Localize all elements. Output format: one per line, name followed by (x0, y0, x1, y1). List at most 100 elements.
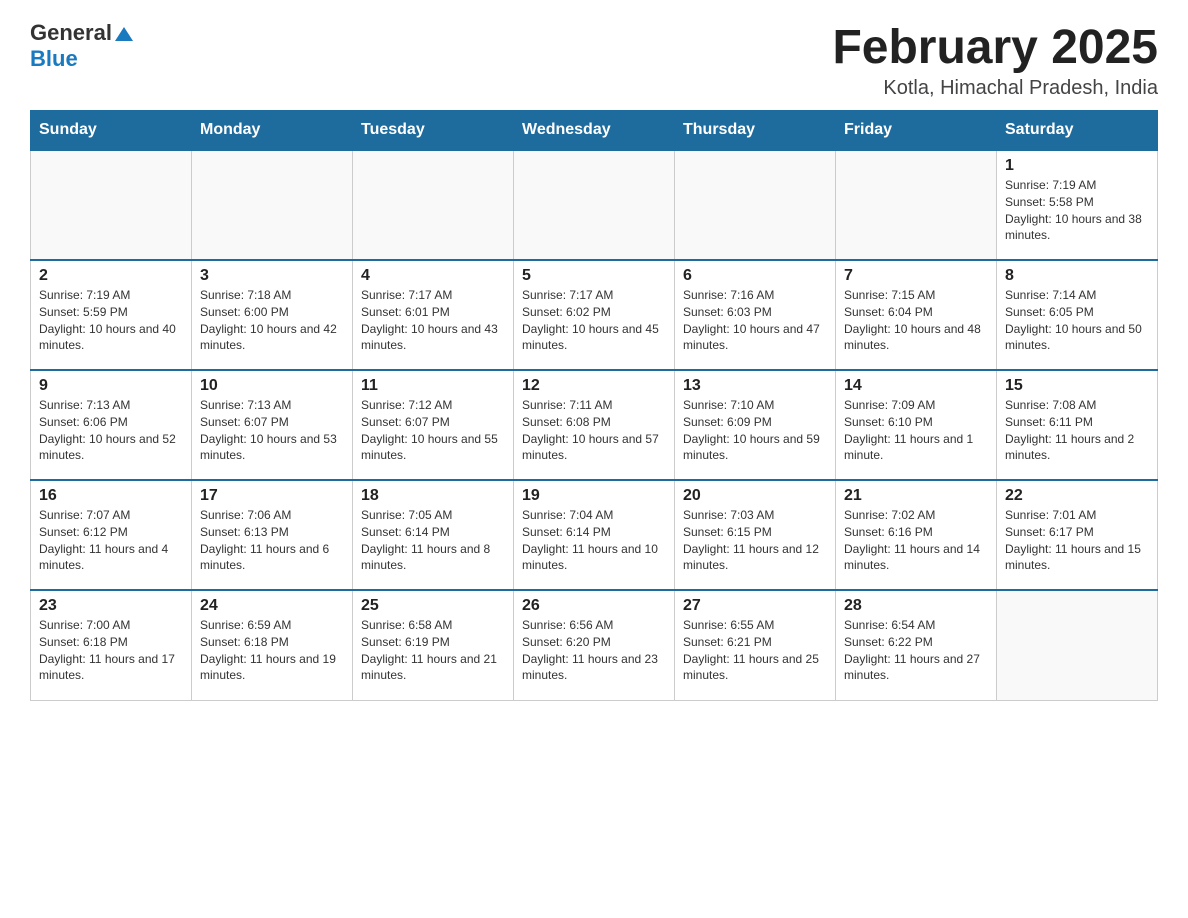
calendar-cell: 2 Sunrise: 7:19 AMSunset: 5:59 PMDaylight… (31, 260, 192, 370)
title-area: February 2025 Kotla, Himachal Pradesh, I… (832, 20, 1158, 100)
day-number: 2 (39, 267, 183, 285)
day-number: 18 (361, 487, 505, 505)
weekday-header-sunday: Sunday (31, 111, 192, 151)
calendar-cell: 28 Sunrise: 6:54 AMSunset: 6:22 PMDayligh… (836, 590, 997, 700)
calendar-cell: 26 Sunrise: 6:56 AMSunset: 6:20 PMDayligh… (514, 590, 675, 700)
day-info: Sunrise: 7:06 AMSunset: 6:13 PMDaylight:… (200, 507, 344, 574)
calendar-cell: 9Sunrise: 7:13 AMSunset: 6:06 PMDaylight… (31, 370, 192, 480)
day-info: Sunrise: 7:03 AMSunset: 6:15 PMDaylight:… (683, 507, 827, 574)
day-number: 6 (683, 267, 827, 285)
day-number: 3 (200, 267, 344, 285)
day-info: Sunrise: 7:18 AMSunset: 6:00 PMDaylight:… (200, 287, 344, 354)
calendar-cell (514, 150, 675, 260)
day-number: 28 (844, 597, 988, 615)
day-number: 13 (683, 377, 827, 395)
calendar-cell: 23 Sunrise: 7:00 AMSunset: 6:18 PMDayligh… (31, 590, 192, 700)
day-number: 4 (361, 267, 505, 285)
calendar-cell (192, 150, 353, 260)
day-number: 20 (683, 487, 827, 505)
calendar-cell: 19 Sunrise: 7:04 AMSunset: 6:14 PMDayligh… (514, 480, 675, 590)
calendar-cell: 11Sunrise: 7:12 AMSunset: 6:07 PMDayligh… (353, 370, 514, 480)
day-info: Sunrise: 7:09 AMSunset: 6:10 PMDaylight:… (844, 397, 988, 464)
calendar-cell: 18 Sunrise: 7:05 AMSunset: 6:14 PMDayligh… (353, 480, 514, 590)
calendar-cell: 16Sunrise: 7:07 AMSunset: 6:12 PMDayligh… (31, 480, 192, 590)
day-number: 14 (844, 377, 988, 395)
day-number: 5 (522, 267, 666, 285)
day-number: 21 (844, 487, 988, 505)
day-number: 8 (1005, 267, 1149, 285)
week-row-3: 9Sunrise: 7:13 AMSunset: 6:06 PMDaylight… (31, 370, 1158, 480)
calendar-cell (31, 150, 192, 260)
day-info: Sunrise: 7:02 AMSunset: 6:16 PMDaylight:… (844, 507, 988, 574)
page-header: General Blue February 2025 Kotla, Himach… (30, 20, 1158, 100)
day-info: Sunrise: 7:11 AMSunset: 6:08 PMDaylight:… (522, 397, 666, 464)
calendar-cell: 27 Sunrise: 6:55 AMSunset: 6:21 PMDayligh… (675, 590, 836, 700)
day-info: Sunrise: 7:19 AMSunset: 5:59 PMDaylight:… (39, 287, 183, 354)
calendar-cell: 20 Sunrise: 7:03 AMSunset: 6:15 PMDayligh… (675, 480, 836, 590)
day-info: Sunrise: 7:16 AMSunset: 6:03 PMDaylight:… (683, 287, 827, 354)
weekday-header-friday: Friday (836, 111, 997, 151)
day-info: Sunrise: 6:58 AMSunset: 6:19 PMDaylight:… (361, 617, 505, 684)
day-number: 25 (361, 597, 505, 615)
day-number: 19 (522, 487, 666, 505)
day-info: Sunrise: 6:54 AMSunset: 6:22 PMDaylight:… (844, 617, 988, 684)
logo-blue-text: Blue (30, 46, 78, 71)
calendar-cell: 8Sunrise: 7:14 AMSunset: 6:05 PMDaylight… (997, 260, 1158, 370)
calendar-cell (675, 150, 836, 260)
calendar-cell: 4 Sunrise: 7:17 AMSunset: 6:01 PMDaylight… (353, 260, 514, 370)
week-row-1: 1 Sunrise: 7:19 AMSunset: 5:58 PMDaylight… (31, 150, 1158, 260)
calendar-location: Kotla, Himachal Pradesh, India (832, 77, 1158, 100)
day-info: Sunrise: 7:12 AMSunset: 6:07 PMDaylight:… (361, 397, 505, 464)
calendar-cell: 3 Sunrise: 7:18 AMSunset: 6:00 PMDaylight… (192, 260, 353, 370)
week-row-4: 16Sunrise: 7:07 AMSunset: 6:12 PMDayligh… (31, 480, 1158, 590)
day-number: 22 (1005, 487, 1149, 505)
calendar-cell: 1 Sunrise: 7:19 AMSunset: 5:58 PMDaylight… (997, 150, 1158, 260)
week-row-5: 23 Sunrise: 7:00 AMSunset: 6:18 PMDayligh… (31, 590, 1158, 700)
day-info: Sunrise: 7:13 AMSunset: 6:07 PMDaylight:… (200, 397, 344, 464)
weekday-header-tuesday: Tuesday (353, 111, 514, 151)
day-number: 23 (39, 597, 183, 615)
logo: General Blue (30, 20, 135, 72)
day-info: Sunrise: 6:59 AMSunset: 6:18 PMDaylight:… (200, 617, 344, 684)
day-number: 12 (522, 377, 666, 395)
day-info: Sunrise: 7:15 AMSunset: 6:04 PMDaylight:… (844, 287, 988, 354)
day-number: 17 (200, 487, 344, 505)
logo-triangle-icon (113, 23, 135, 45)
day-info: Sunrise: 7:08 AMSunset: 6:11 PMDaylight:… (1005, 397, 1149, 464)
calendar-cell: 7 Sunrise: 7:15 AMSunset: 6:04 PMDaylight… (836, 260, 997, 370)
day-info: Sunrise: 7:07 AMSunset: 6:12 PMDaylight:… (39, 507, 183, 574)
day-info: Sunrise: 7:01 AMSunset: 6:17 PMDaylight:… (1005, 507, 1149, 574)
calendar-cell: 6 Sunrise: 7:16 AMSunset: 6:03 PMDaylight… (675, 260, 836, 370)
calendar-title: February 2025 (832, 20, 1158, 75)
day-info: Sunrise: 7:00 AMSunset: 6:18 PMDaylight:… (39, 617, 183, 684)
day-number: 10 (200, 377, 344, 395)
calendar-cell: 24 Sunrise: 6:59 AMSunset: 6:18 PMDayligh… (192, 590, 353, 700)
day-info: Sunrise: 7:04 AMSunset: 6:14 PMDaylight:… (522, 507, 666, 574)
logo-general-text: General (30, 20, 112, 46)
calendar-cell (997, 590, 1158, 700)
weekday-header-saturday: Saturday (997, 111, 1158, 151)
day-info: Sunrise: 7:19 AMSunset: 5:58 PMDaylight:… (1005, 177, 1149, 244)
calendar-cell: 5Sunrise: 7:17 AMSunset: 6:02 PMDaylight… (514, 260, 675, 370)
day-number: 1 (1005, 157, 1149, 175)
week-row-2: 2 Sunrise: 7:19 AMSunset: 5:59 PMDaylight… (31, 260, 1158, 370)
calendar-cell: 12 Sunrise: 7:11 AMSunset: 6:08 PMDayligh… (514, 370, 675, 480)
day-number: 9 (39, 377, 183, 395)
weekday-header-monday: Monday (192, 111, 353, 151)
day-info: Sunrise: 6:56 AMSunset: 6:20 PMDaylight:… (522, 617, 666, 684)
day-number: 27 (683, 597, 827, 615)
calendar-cell: 14 Sunrise: 7:09 AMSunset: 6:10 PMDayligh… (836, 370, 997, 480)
calendar-cell: 22 Sunrise: 7:01 AMSunset: 6:17 PMDayligh… (997, 480, 1158, 590)
day-info: Sunrise: 7:05 AMSunset: 6:14 PMDaylight:… (361, 507, 505, 574)
day-number: 15 (1005, 377, 1149, 395)
calendar-cell: 25 Sunrise: 6:58 AMSunset: 6:19 PMDayligh… (353, 590, 514, 700)
weekday-header-wednesday: Wednesday (514, 111, 675, 151)
calendar-cell: 10 Sunrise: 7:13 AMSunset: 6:07 PMDayligh… (192, 370, 353, 480)
day-number: 24 (200, 597, 344, 615)
day-info: Sunrise: 6:55 AMSunset: 6:21 PMDaylight:… (683, 617, 827, 684)
weekday-header-row: SundayMondayTuesdayWednesdayThursdayFrid… (31, 111, 1158, 151)
day-number: 26 (522, 597, 666, 615)
day-info: Sunrise: 7:17 AMSunset: 6:01 PMDaylight:… (361, 287, 505, 354)
weekday-header-thursday: Thursday (675, 111, 836, 151)
day-number: 7 (844, 267, 988, 285)
